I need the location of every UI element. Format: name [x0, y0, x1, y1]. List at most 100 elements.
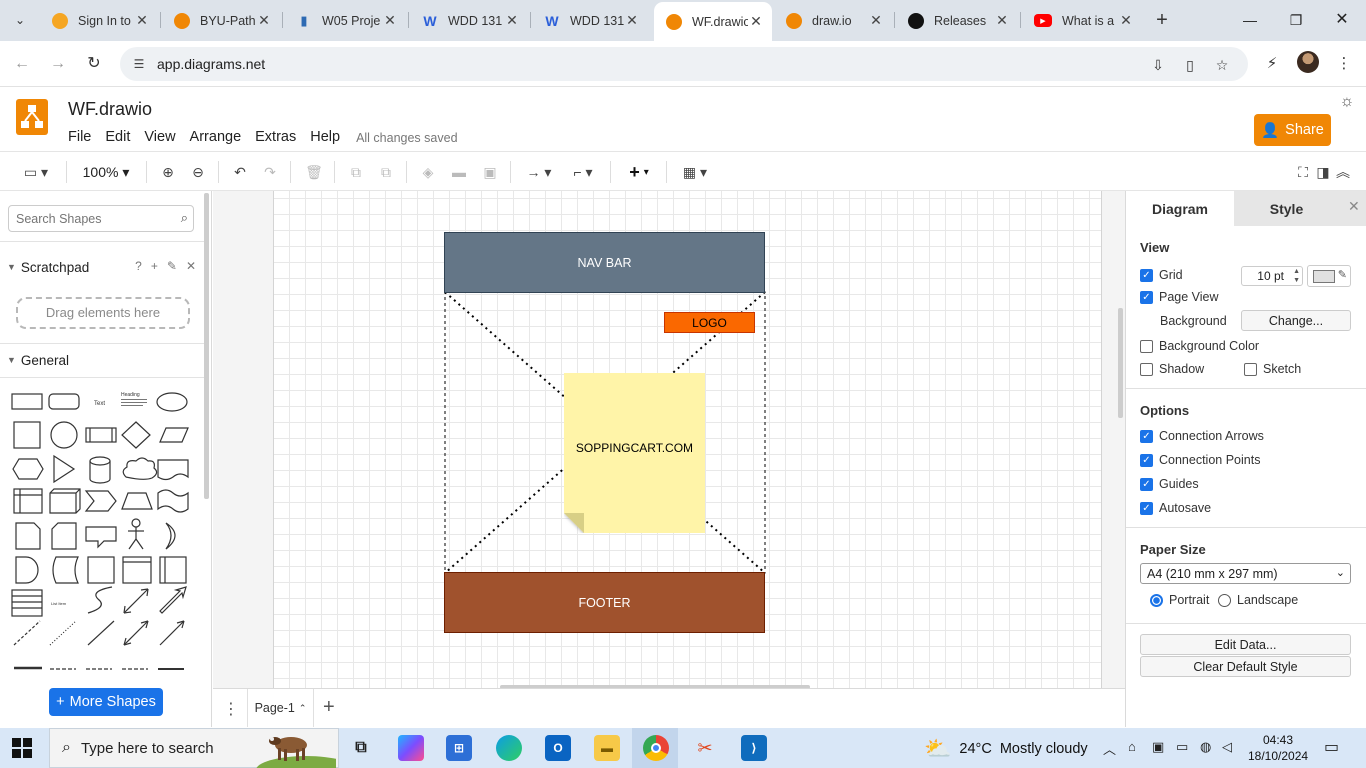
- help-icon[interactable]: ?: [135, 259, 142, 273]
- browser-menu-kebab-icon[interactable]: ⋮: [1332, 52, 1356, 76]
- chrome-icon[interactable]: [643, 735, 669, 761]
- autosave-checkbox[interactable]: ✓: [1140, 501, 1153, 515]
- page-view-option[interactable]: ✓ Page View: [1140, 290, 1219, 304]
- close-tab-icon[interactable]: ✕: [994, 12, 1010, 29]
- menu-arrange[interactable]: Arrange: [190, 129, 242, 145]
- more-shapes-button[interactable]: + More Shapes: [49, 688, 163, 716]
- edit-data-button[interactable]: Edit Data...: [1140, 634, 1351, 655]
- tab-style[interactable]: Style: [1234, 191, 1366, 226]
- zoom-dropdown[interactable]: 100% ▾: [76, 161, 136, 183]
- container-shape-icon[interactable]: [122, 556, 152, 584]
- edge-browser-icon[interactable]: [496, 735, 522, 761]
- add-plus-icon[interactable]: +: [151, 259, 158, 273]
- redo-icon[interactable]: ↷: [260, 161, 280, 183]
- close-tab-icon[interactable]: ✕: [1118, 12, 1134, 29]
- add-page-plus-icon[interactable]: +: [323, 696, 335, 719]
- menu-extras[interactable]: Extras: [255, 129, 296, 145]
- change-background-button[interactable]: Change...: [1241, 310, 1351, 331]
- task-view-icon[interactable]: ⧉: [348, 735, 374, 761]
- rounded-rectangle-shape-icon[interactable]: [48, 393, 80, 410]
- git-tool-icon[interactable]: ✂: [692, 735, 718, 761]
- close-icon[interactable]: ✕: [186, 259, 196, 273]
- connection-points-checkbox[interactable]: ✓: [1140, 453, 1153, 467]
- document-shape-icon[interactable]: [157, 459, 189, 481]
- diamond-shape-icon[interactable]: [121, 421, 151, 449]
- landscape-radio[interactable]: [1218, 593, 1231, 607]
- browser-tab[interactable]: ▶ What is a ✕: [1022, 4, 1142, 37]
- zoom-out-icon[interactable]: ⊖: [188, 161, 208, 183]
- close-tab-icon[interactable]: ✕: [624, 12, 640, 29]
- site-info-tune-icon[interactable]: ☰: [130, 55, 148, 73]
- reload-icon[interactable]: ↻: [82, 52, 106, 76]
- show-hidden-icons-chevron-icon[interactable]: ︿: [1103, 739, 1116, 758]
- navbar-shape[interactable]: NAV BAR: [444, 232, 765, 293]
- forward-arrow-icon[interactable]: →: [46, 52, 70, 76]
- shadow-icon[interactable]: ▣: [480, 161, 500, 183]
- note-shape-icon[interactable]: [15, 522, 41, 550]
- grid-size-stepper[interactable]: 10 pt ▲ ▼: [1241, 266, 1303, 286]
- browser-tab[interactable]: Sign In to ✕: [40, 4, 158, 37]
- microsoft-store-icon[interactable]: ⊞: [446, 735, 472, 761]
- close-tab-icon[interactable]: ✕: [868, 12, 884, 29]
- close-window-icon[interactable]: ✕: [1330, 8, 1354, 32]
- actor-shape-icon[interactable]: [128, 518, 144, 550]
- search-icon[interactable]: ⌕: [181, 210, 188, 226]
- menu-view[interactable]: View: [144, 129, 175, 145]
- paper-size-select[interactable]: A4 (210 mm x 297 mm) ⌄: [1140, 563, 1351, 584]
- guides-option[interactable]: ✓ Guides: [1140, 477, 1199, 491]
- square-shape-icon[interactable]: [13, 421, 41, 449]
- new-tab-plus-icon[interactable]: +: [1150, 8, 1174, 32]
- minimize-window-icon[interactable]: —: [1238, 8, 1262, 32]
- dotted-line-shape-icon[interactable]: [49, 620, 77, 646]
- notifications-icon[interactable]: ▭: [1324, 737, 1339, 757]
- triangle-shape-icon[interactable]: [53, 454, 76, 484]
- cloud-shape-icon[interactable]: [122, 457, 158, 480]
- close-tab-icon[interactable]: ✕: [256, 12, 272, 29]
- bookmark-star-icon[interactable]: ☆: [1212, 55, 1232, 75]
- footer-shape[interactable]: FOOTER: [444, 572, 765, 633]
- data-storage-shape-icon[interactable]: [52, 556, 79, 584]
- hexagon-shape-icon[interactable]: [12, 458, 44, 480]
- connection-arrows-checkbox[interactable]: ✓: [1140, 429, 1153, 443]
- page-view-checkbox[interactable]: ✓: [1140, 290, 1153, 304]
- caret-up-icon[interactable]: ⌃: [299, 703, 307, 714]
- general-header[interactable]: ▼ General: [0, 348, 204, 372]
- canvas-vertical-scrollbar[interactable]: [1118, 308, 1123, 418]
- clear-default-style-button[interactable]: Clear Default Style: [1140, 656, 1351, 677]
- grid-option[interactable]: ✓ Grid: [1140, 268, 1183, 282]
- file-name[interactable]: WF.drawio: [68, 99, 152, 120]
- grid-size-value[interactable]: 10 pt: [1257, 269, 1284, 283]
- outlook-icon[interactable]: O: [545, 735, 571, 761]
- callout-shape-icon[interactable]: [85, 526, 117, 549]
- close-panel-icon[interactable]: ✕: [1348, 198, 1360, 215]
- tab-diagram[interactable]: Diagram: [1126, 191, 1234, 226]
- connection-arrow-icon[interactable]: → ▾: [522, 161, 556, 183]
- connection-arrows-option[interactable]: ✓ Connection Arrows: [1140, 429, 1264, 443]
- to-front-icon[interactable]: ⧉: [346, 161, 366, 183]
- browser-tab[interactable]: W WDD 131 ✕: [410, 4, 528, 37]
- pages-menu-kebab-icon[interactable]: ⋮: [223, 699, 239, 719]
- color-swatch[interactable]: [1313, 270, 1335, 283]
- browser-tab[interactable]: W WDD 131 ✕: [532, 4, 648, 37]
- close-tab-icon[interactable]: ✕: [748, 13, 764, 30]
- to-back-icon[interactable]: ⧉: [376, 161, 396, 183]
- search-shapes-input[interactable]: [9, 206, 159, 231]
- frame-shape-icon[interactable]: [87, 556, 115, 584]
- share-button[interactable]: 👤 Share: [1254, 114, 1331, 146]
- bidirectional-arrow-shape-icon[interactable]: [123, 588, 149, 614]
- trapezoid-shape-icon[interactable]: [121, 492, 153, 510]
- directional-connector-shape-icon[interactable]: [159, 620, 185, 646]
- shadow-checkbox[interactable]: [1140, 362, 1153, 376]
- line-color-icon[interactable]: ▬: [448, 161, 470, 183]
- install-app-icon[interactable]: ⇩: [1148, 55, 1168, 75]
- volume-speaker-icon[interactable]: ◁: [1222, 739, 1232, 755]
- menu-file[interactable]: File: [68, 129, 91, 145]
- scratchpad-dropzone[interactable]: Drag elements here: [16, 297, 190, 329]
- close-tab-icon[interactable]: ✕: [504, 12, 520, 29]
- process-shape-icon[interactable]: [85, 427, 117, 443]
- edit-pencil-icon[interactable]: ✎: [167, 259, 177, 273]
- menu-help[interactable]: Help: [310, 129, 340, 145]
- theme-sun-icon[interactable]: ☼: [1337, 93, 1357, 113]
- profile-avatar[interactable]: [1297, 51, 1319, 73]
- stepper-arrows-icon[interactable]: ▲ ▼: [1293, 267, 1300, 285]
